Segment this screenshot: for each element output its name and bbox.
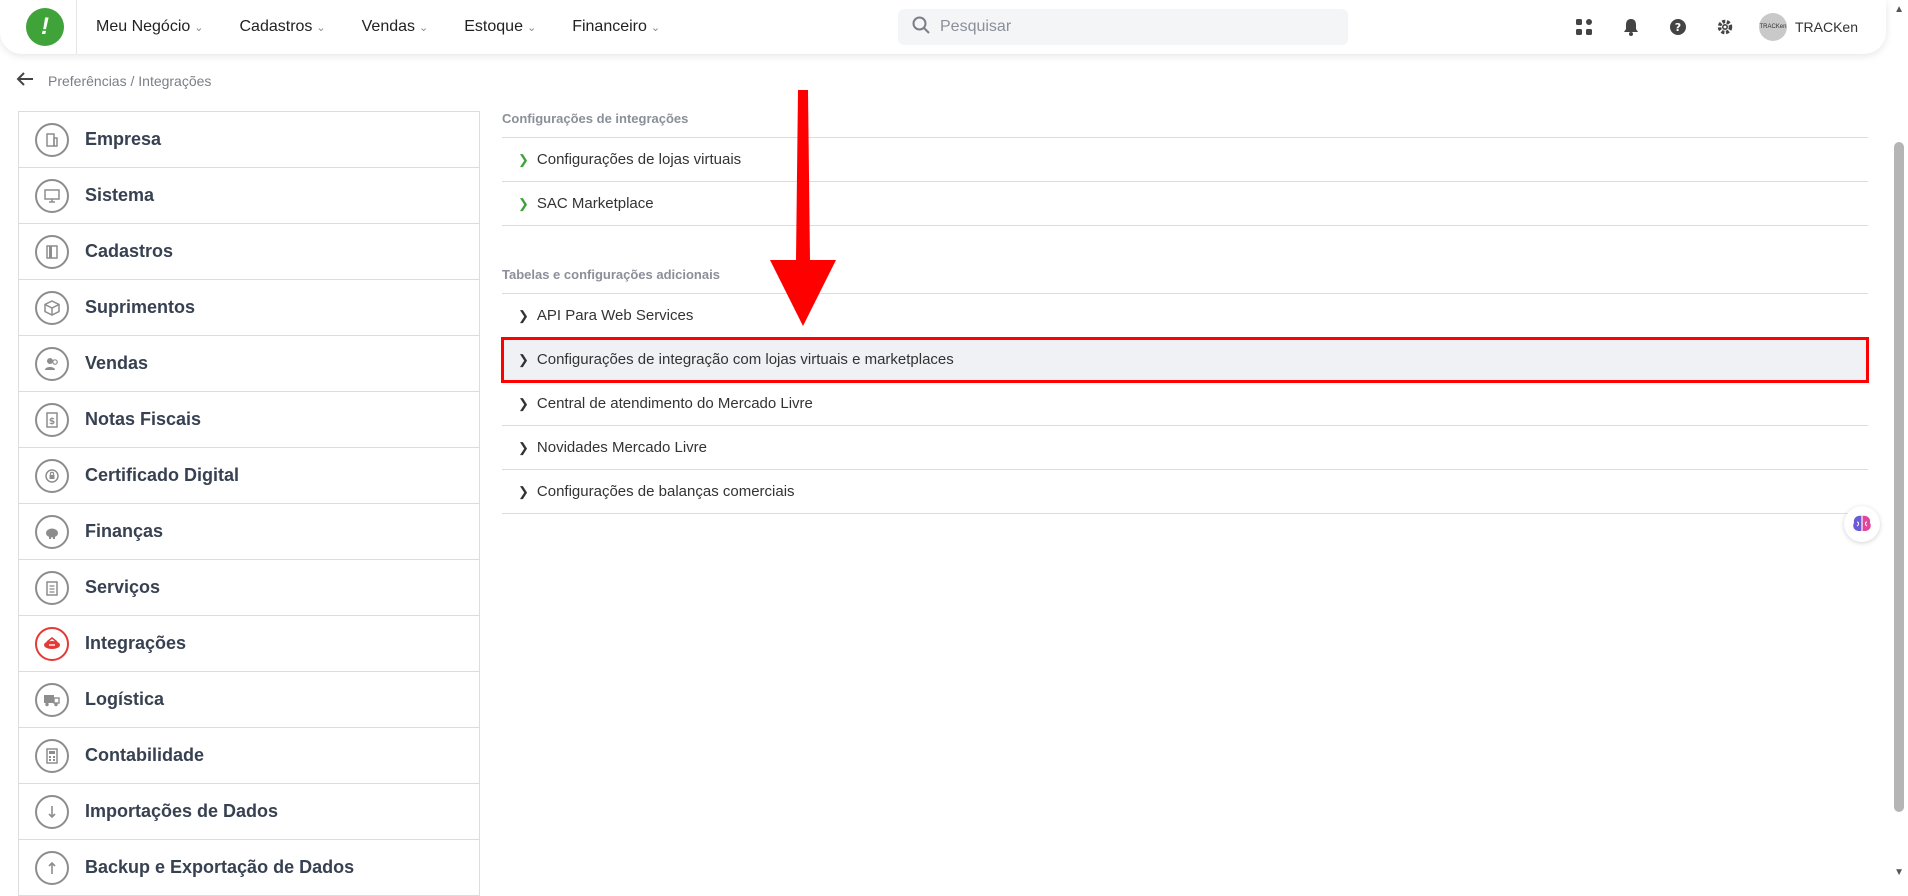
sidebar-item-cadastros[interactable]: Cadastros [19,224,479,280]
sidebar-item-contabilidade[interactable]: Contabilidade [19,728,479,784]
sidebar-item-vendas[interactable]: Vendas [19,336,479,392]
user-name[interactable]: TRACKen [1795,19,1858,35]
logo-divider [76,0,77,54]
avatar[interactable]: TRACKen [1758,13,1787,41]
chevron-right-icon: ❯ [518,351,529,367]
sidebar-item-importacoes[interactable]: Importações de Dados [19,784,479,840]
scroll-up-icon[interactable]: ▲ [1894,4,1904,15]
scroll-down-icon[interactable]: ▼ [1894,867,1904,878]
breadcrumb-text: Preferências / Integrações [48,72,212,89]
header-actions: ? TRACKen TRACKen [1549,0,1858,54]
sidebar-item-backup[interactable]: Backup e Exportação de Dados [19,840,479,896]
row-integracao-lojas-marketplaces[interactable]: ❯ Configurações de integração com lojas … [501,337,1869,383]
chevron-right-icon: ❯ [518,483,529,499]
building-icon [35,122,69,157]
row-lojas-virtuais[interactable]: ❯ Configurações de lojas virtuais [502,138,1868,182]
section-title-integracoes: Configurações de integrações [502,110,1868,138]
chevron-down-icon: ⌄ [526,21,537,34]
integration-icon [35,626,69,661]
app-logo[interactable]: ! [26,8,64,46]
search-icon [912,16,930,39]
section-title-tabelas: Tabelas e configurações adicionais [502,266,1868,294]
row-balancas-comerciais[interactable]: ❯ Configurações de balanças comerciais [502,470,1868,514]
chevron-right-icon: ❯ [518,395,529,411]
back-arrow-icon[interactable] [16,72,34,89]
row-novidades-ml[interactable]: ❯ Novidades Mercado Livre [502,426,1868,470]
integrations-content: Configurações de integrações ❯ Configura… [501,110,1869,514]
sidebar-item-sistema[interactable]: Sistema [19,168,479,224]
book-icon [35,234,69,269]
clipboard-icon [35,570,69,605]
svg-text:$: $ [49,417,55,427]
nav-cadastros[interactable]: Cadastros ⌄ [240,18,326,36]
sidebar-item-empresa[interactable]: Empresa [19,112,479,168]
chevron-down-icon: ⌄ [650,21,661,34]
gear-icon[interactable] [1713,15,1737,39]
chevron-right-icon: ❯ [518,439,529,455]
search-box [898,9,1348,45]
nav-estoque[interactable]: Estoque ⌄ [464,18,536,36]
sidebar-item-servicos[interactable]: Serviços [19,560,479,616]
nav-vendas[interactable]: Vendas ⌄ [362,18,429,36]
sidebar-item-suprimentos[interactable]: Suprimentos [19,280,479,336]
import-icon [35,794,69,829]
nav-meu-negocio[interactable]: Meu Negócio ⌄ [96,18,204,36]
sidebar-item-logistica[interactable]: Logística [19,672,479,728]
calculator-icon [35,738,69,773]
nav-financeiro[interactable]: Financeiro ⌄ [572,18,660,36]
receipt-icon: $ [35,402,69,437]
main-nav: Meu Negócio ⌄ Cadastros ⌄ Vendas ⌄ Estoque ⌄… [96,0,696,54]
annotation-arrow-icon [770,90,836,326]
monitor-icon [35,178,69,213]
chevron-right-icon: ❯ [518,151,529,167]
piggy-bank-icon [35,514,69,549]
box-icon [35,290,69,325]
scrollbar-thumb[interactable] [1894,142,1904,812]
sidebar-item-certificado-digital[interactable]: Certificado Digital [19,448,479,504]
top-bar: ! Meu Negócio ⌄ Cadastros ⌄ Vendas ⌄ Estoqu… [0,0,1886,54]
search-input[interactable] [940,18,1320,36]
assistant-brain-icon[interactable] [1844,506,1880,542]
row-sac-marketplace[interactable]: ❯ SAC Marketplace [502,182,1868,226]
chevron-right-icon: ❯ [518,195,529,211]
chevron-right-icon: ❯ [518,307,529,323]
scrollbar[interactable]: ▲ ▼ [1890,0,1908,882]
row-api-web-services[interactable]: ❯ API Para Web Services [502,294,1868,338]
preferences-sidebar: Empresa Sistema Cadastros Suprimentos Ve… [18,111,480,896]
certificate-icon [35,458,69,493]
chevron-down-icon: ⌄ [194,21,204,34]
truck-icon [35,682,69,717]
breadcrumb: Preferências / Integrações [16,72,211,89]
svg-text:?: ? [1675,21,1681,34]
chevron-down-icon: ⌄ [316,21,326,34]
apps-icon[interactable] [1572,15,1596,39]
sidebar-item-notas-fiscais[interactable]: $ Notas Fiscais [19,392,479,448]
chevron-down-icon: ⌄ [419,21,429,34]
sidebar-item-financas[interactable]: Finanças [19,504,479,560]
row-central-atendimento-ml[interactable]: ❯ Central de atendimento do Mercado Livr… [502,382,1868,426]
users-icon [35,346,69,381]
export-icon [35,850,69,885]
sidebar-item-integracoes[interactable]: Integrações [19,616,479,672]
help-icon[interactable]: ? [1666,15,1690,39]
bell-icon[interactable] [1619,15,1643,39]
